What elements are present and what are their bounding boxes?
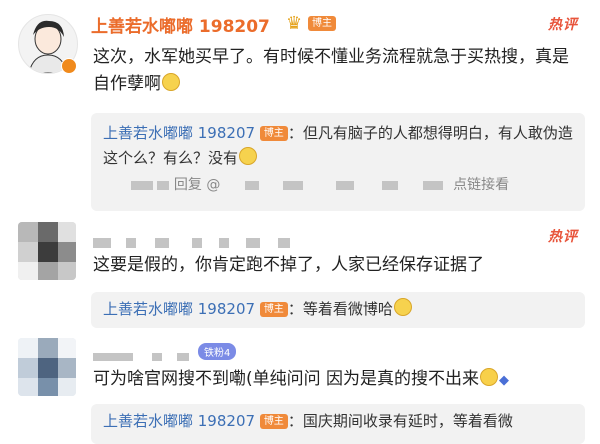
smirk-emoji-icon bbox=[162, 73, 180, 91]
hot-comment-tag: 热评 bbox=[548, 229, 578, 245]
reply-text: ：国庆期间收录有延时，等着看微 bbox=[287, 412, 513, 430]
blurred-text bbox=[335, 180, 354, 190]
blurred-text bbox=[131, 180, 153, 190]
comment-text: 这次，水军她买早了。有时候不懂业务流程就急于买热搜，真是自作孽啊 bbox=[93, 44, 583, 98]
reply-username[interactable]: 上善若水嘟嘟 198207 bbox=[103, 300, 255, 318]
avatar[interactable] bbox=[18, 222, 76, 280]
reply-box[interactable]: 上善若水嘟嘟 198207 博主 ：但凡有脑子的人都想得明白，有人敢伪造这个么？有… bbox=[91, 113, 585, 211]
blurred-username[interactable] bbox=[93, 232, 393, 248]
smirk-emoji-icon bbox=[239, 147, 258, 165]
author-badge: 博主 bbox=[259, 414, 288, 429]
comment-text: 可为啥官网搜不到嘞(单纯问问 因为是真的搜不出来 ◆ bbox=[93, 366, 593, 394]
author-badge: 博主 bbox=[259, 302, 288, 317]
verified-badge bbox=[61, 58, 77, 74]
reply-username[interactable]: 上善若水嘟嘟 198207 bbox=[103, 124, 255, 142]
reply-box[interactable]: 上善若水嘟嘟 198207 博主 ：等着看微博哈 bbox=[91, 292, 585, 328]
author-badge: 博主 bbox=[259, 126, 288, 141]
author-badge: 博主 bbox=[308, 16, 336, 31]
sweat-emoji-icon bbox=[480, 368, 499, 386]
reply-text: ：等着看微博哈 bbox=[287, 300, 393, 318]
avatar[interactable] bbox=[18, 338, 76, 396]
reply-box[interactable]: 上善若水嘟嘟 198207 博主 ：国庆期间收录有延时，等着看微 bbox=[91, 404, 585, 444]
comment-text: 这要是假的，你肯定跑不掉了，人家已经保存证据了 bbox=[93, 252, 583, 279]
username[interactable]: 上善若水嘟嘟 198207 bbox=[91, 12, 270, 37]
diamond-icon: ◆ bbox=[499, 373, 510, 388]
blurred-text bbox=[382, 180, 399, 190]
comment-text-content: 可为啥官网搜不到嘞(单纯问问 因为是真的搜不出来 bbox=[93, 369, 480, 389]
blurred-text bbox=[422, 180, 443, 190]
blurred-text bbox=[283, 180, 304, 190]
blurred-text bbox=[157, 180, 170, 190]
comment-text-content: 这要是假的，你肯定跑不掉了，人家已经保存证据了 bbox=[93, 255, 484, 275]
reply-more-prefix: 回复 @ bbox=[173, 177, 221, 193]
reply-more-suffix[interactable]: 点链接看 bbox=[453, 177, 509, 193]
blurred-username[interactable] bbox=[93, 346, 273, 361]
hot-comment-tag: 热评 bbox=[548, 17, 578, 33]
blurred-text bbox=[244, 180, 259, 190]
reply-username[interactable]: 上善若水嘟嘟 198207 bbox=[103, 412, 255, 430]
reply-more-line[interactable]: 回复 @ 点链接看 bbox=[103, 173, 573, 198]
grin-emoji-icon bbox=[393, 298, 412, 316]
fan-level-badge: 铁粉4 bbox=[198, 343, 237, 360]
crown-icon: ♛ bbox=[286, 13, 303, 34]
